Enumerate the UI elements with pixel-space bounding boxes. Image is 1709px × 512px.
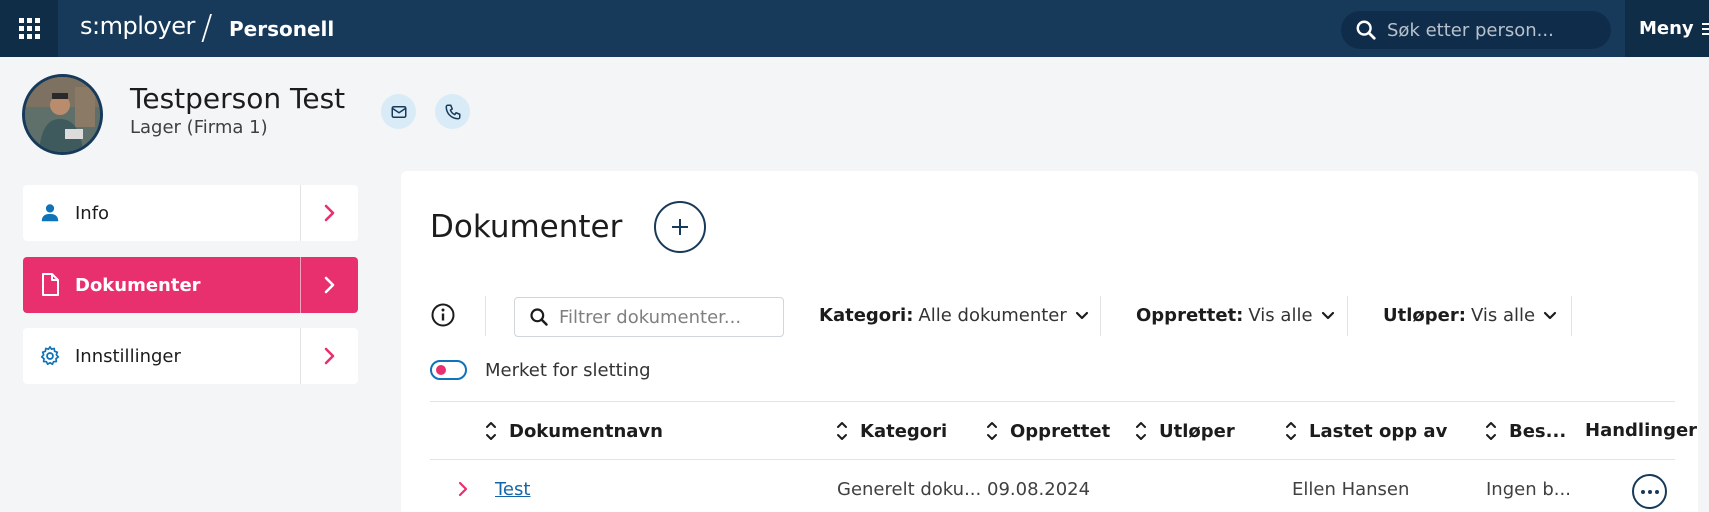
dropdown-key: Opprettet: (1136, 305, 1244, 326)
column-header-uploaded-by[interactable]: Lastet opp av (1285, 420, 1447, 442)
sort-icon (986, 420, 998, 442)
table-header-divider (430, 459, 1675, 460)
sort-icon (1135, 420, 1147, 442)
sidebar-item-info[interactable]: Info (23, 185, 358, 241)
mail-icon (391, 105, 406, 118)
sort-icon (836, 420, 848, 442)
column-header-name[interactable]: Dokumentnavn (485, 420, 663, 442)
document-icon (37, 272, 63, 298)
brand-logo[interactable]: s:mployer (80, 12, 195, 40)
apps-grid-icon (18, 18, 40, 39)
dropdown-value: Vis alle (1470, 305, 1536, 326)
chevron-right-icon (300, 257, 358, 313)
menu-label: Meny (1639, 18, 1694, 39)
avatar (22, 74, 103, 155)
dropdown-key: Kategori: (819, 305, 914, 326)
product-name[interactable]: Personell (229, 17, 334, 41)
column-header-description[interactable]: Bes... (1485, 420, 1566, 442)
person-name: Testperson Test (130, 82, 346, 115)
person-search-placeholder: Søk etter person... (1387, 19, 1554, 41)
chevron-down-icon (1321, 311, 1334, 319)
info-icon (431, 303, 455, 327)
document-category: Generelt doku... (837, 479, 982, 500)
dropdown-value: Vis alle (1248, 305, 1313, 326)
filter-divider (485, 296, 486, 336)
column-header-label: Bes... (1509, 420, 1567, 442)
row-expand-button[interactable] (455, 480, 471, 498)
column-header-label: Dokumentnavn (509, 420, 663, 442)
brand-separator: / (201, 8, 213, 48)
column-header-label: Handlinger (1585, 420, 1698, 441)
document-name-link[interactable]: Test (495, 479, 530, 500)
filter-divider (1347, 296, 1348, 336)
document-created-date: 09.08.2024 (987, 479, 1091, 500)
table-top-divider (430, 401, 1675, 402)
column-header-created[interactable]: Opprettet (986, 420, 1110, 442)
hamburger-icon (1701, 22, 1709, 35)
column-header-label: Opprettet (1010, 420, 1111, 442)
chevron-down-icon (1543, 311, 1557, 319)
column-header-category[interactable]: Kategori (836, 420, 947, 442)
gear-icon (37, 343, 63, 369)
avatar-photo-icon (25, 77, 100, 152)
sort-icon (1485, 420, 1497, 442)
more-dots-icon (1640, 489, 1645, 494)
sidebar-item-documents[interactable]: Dokumenter (23, 257, 358, 313)
email-button[interactable] (381, 94, 416, 129)
sidebar-item-label: Innstillinger (75, 345, 181, 367)
chevron-right-icon (300, 185, 358, 241)
filter-divider (1571, 296, 1572, 336)
row-actions-button[interactable] (1632, 474, 1667, 509)
dropdown-key: Utløper: (1383, 305, 1466, 326)
top-bar: s:mployer / Personell Søk etter person..… (0, 0, 1709, 57)
sidebar-item-label: Dokumenter (75, 274, 201, 296)
plus-icon (672, 219, 688, 235)
category-filter-dropdown[interactable]: Kategori: Alle dokumenter (819, 305, 1089, 326)
chevron-right-icon (458, 481, 468, 497)
column-header-label: Utløper (1159, 420, 1235, 442)
person-search-input[interactable]: Søk etter person... (1341, 11, 1611, 49)
person-icon (37, 200, 63, 226)
created-filter-dropdown[interactable]: Opprettet: Vis alle (1136, 305, 1335, 326)
search-icon (1356, 20, 1376, 40)
sort-icon (485, 420, 497, 442)
app-launcher-button[interactable] (0, 0, 58, 57)
toggle-knob (436, 365, 446, 375)
marked-for-deletion-toggle[interactable] (430, 360, 467, 380)
add-document-button[interactable] (654, 201, 706, 253)
search-icon (530, 308, 548, 326)
phone-icon (445, 104, 460, 119)
dropdown-value: Alle dokumenter (918, 305, 1067, 326)
column-header-label: Lastet opp av (1309, 420, 1448, 442)
filter-divider (1100, 296, 1101, 336)
sort-icon (1285, 420, 1297, 442)
page-title: Dokumenter (430, 209, 623, 245)
person-department: Lager (Firma 1) (130, 117, 268, 138)
document-uploaded-by: Ellen Hansen (1292, 479, 1410, 500)
document-description: Ingen b... (1486, 479, 1571, 500)
column-header-actions: Handlinger (1585, 420, 1697, 441)
document-filter-input[interactable]: Filtrer dokumenter... (514, 297, 784, 337)
sidebar-item-settings[interactable]: Innstillinger (23, 328, 358, 384)
sidebar-item-label: Info (75, 202, 110, 224)
chevron-right-icon (300, 328, 358, 384)
column-header-expires[interactable]: Utløper (1135, 420, 1235, 442)
column-header-label: Kategori (860, 420, 948, 442)
toggle-label: Merket for sletting (485, 360, 651, 381)
menu-button[interactable]: Meny (1625, 0, 1709, 57)
chevron-down-icon (1075, 311, 1088, 319)
info-button[interactable] (430, 302, 456, 328)
phone-button[interactable] (435, 94, 470, 129)
expires-filter-dropdown[interactable]: Utløper: Vis alle (1383, 305, 1557, 326)
document-filter-placeholder: Filtrer dokumenter... (559, 306, 742, 328)
